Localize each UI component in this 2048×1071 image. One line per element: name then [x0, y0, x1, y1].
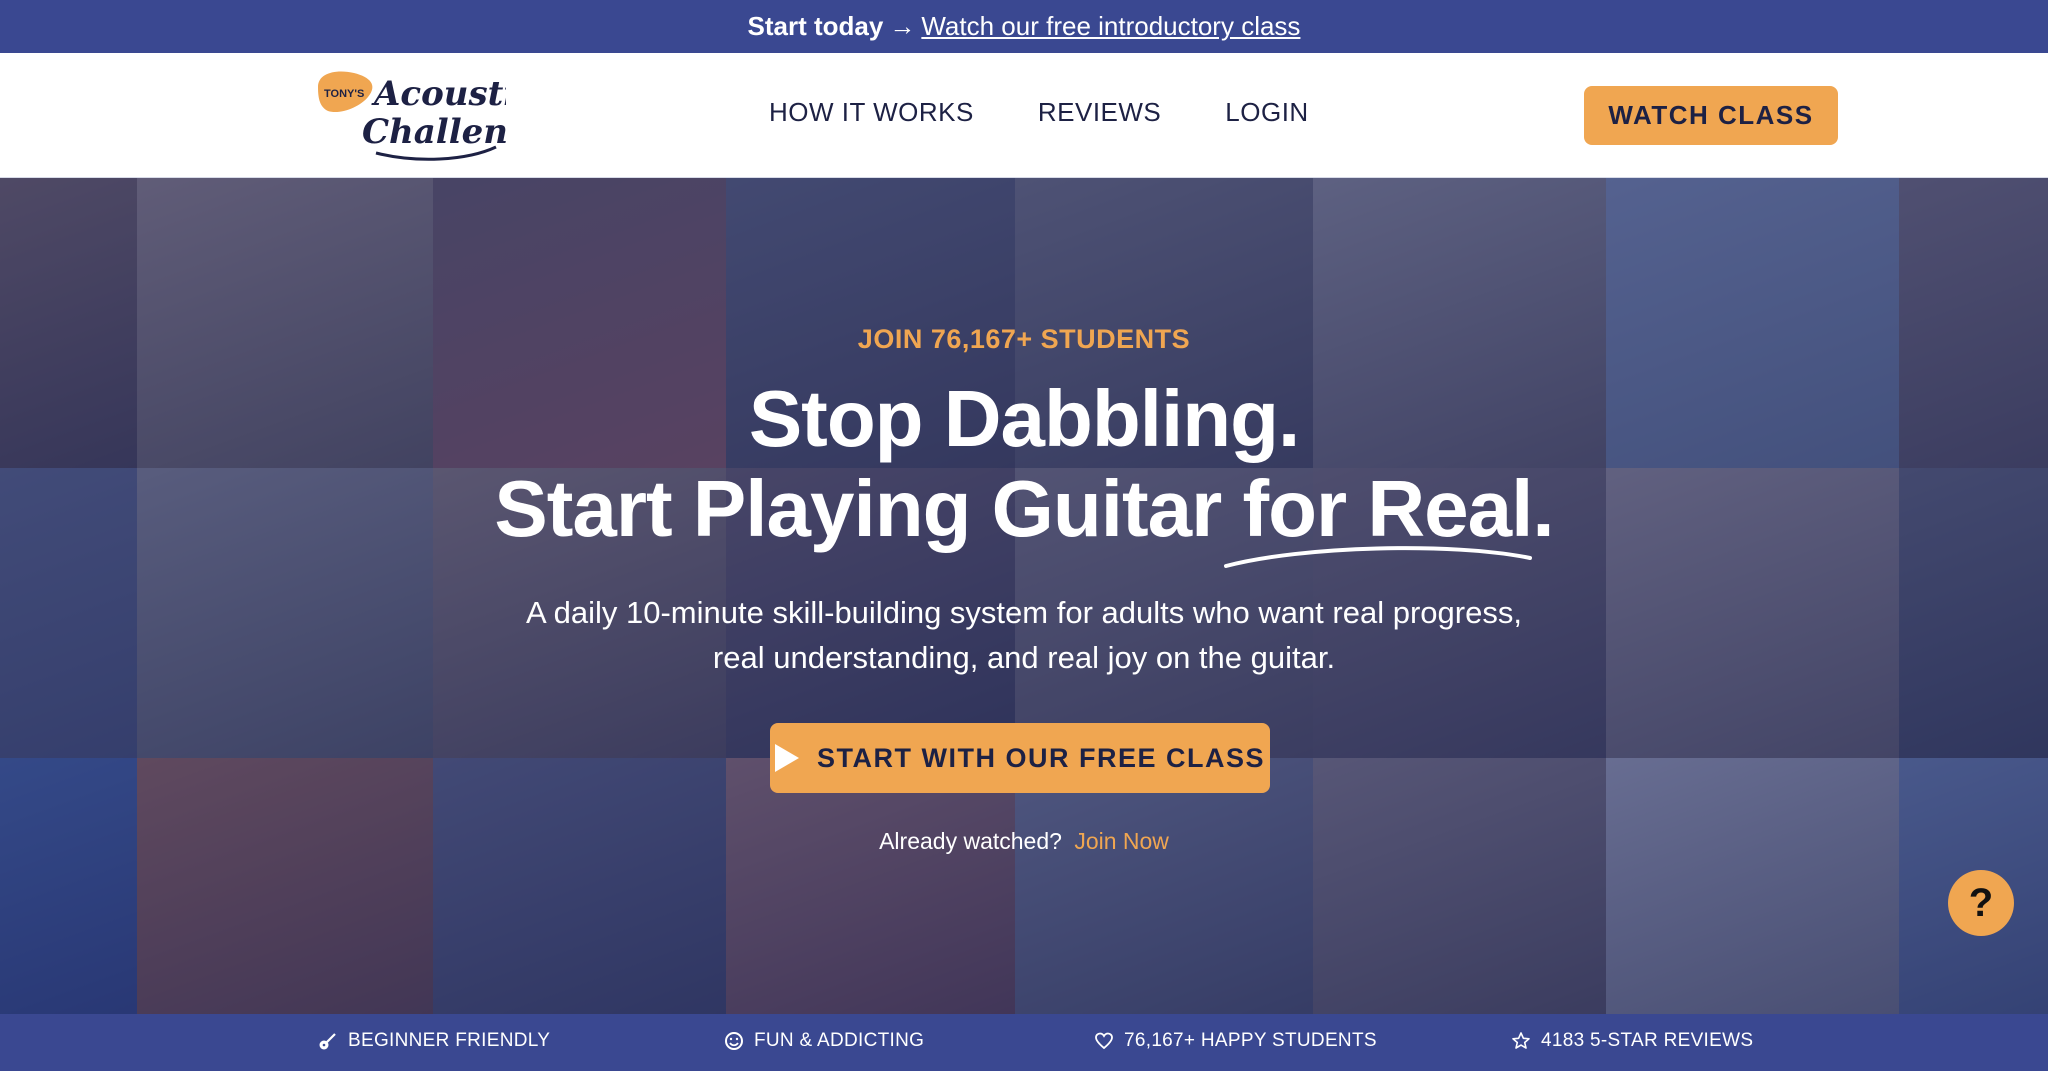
- hero-eyebrow: JOIN 76,167+ STUDENTS: [857, 324, 1191, 354]
- feature-label: BEGINNER FRIENDLY: [348, 1030, 551, 1051]
- join-now-link[interactable]: Join Now: [1074, 828, 1169, 854]
- features-bar: BEGINNER FRIENDLY FUN & ADDICTING 76,167…: [0, 1014, 2048, 1071]
- feature-five-star-reviews: 4183 5-STAR REVIEWS: [1511, 1030, 1753, 1052]
- logo-challenge: Challenge: [362, 112, 506, 152]
- announcement-bar: Start today → Watch our free introductor…: [0, 0, 2048, 53]
- arrow-icon: →: [889, 11, 916, 41]
- feature-label: FUN & ADDICTING: [754, 1030, 925, 1051]
- heart-icon: [1095, 1032, 1113, 1050]
- site-header: TONY'S Acoustic Challenge HOW IT WORKS R…: [0, 53, 2048, 178]
- help-button[interactable]: ?: [1948, 870, 2014, 936]
- feature-label: 4183 5-STAR REVIEWS: [1541, 1030, 1754, 1051]
- main-nav: HOW IT WORKS REVIEWS LOGIN: [769, 97, 1309, 128]
- announcement-lead: Start today: [747, 11, 884, 41]
- logo-tonys: TONY'S: [324, 88, 364, 100]
- already-watched: Already watched? Join Now: [0, 828, 2048, 855]
- hero-section: JOIN 76,167+ STUDENTS Stop Dabbling. Sta…: [0, 178, 2048, 1014]
- hero-subheadline-line1: A daily 10-minute skill-building system …: [526, 595, 1522, 630]
- start-free-class-label: START WITH OUR FREE CLASS: [817, 742, 1265, 773]
- hero-subheadline: A daily 10-minute skill-building system …: [0, 590, 2048, 680]
- play-icon: [775, 744, 799, 772]
- hero-subheadline-line2: real understanding, and real joy on the …: [712, 640, 1336, 675]
- hero-headline-line2: Start Playing Guitar for Real.: [494, 464, 1554, 553]
- nav-reviews[interactable]: REVIEWS: [1038, 97, 1161, 128]
- watch-intro-link[interactable]: Watch our free introductory class: [921, 11, 1300, 42]
- nav-how-it-works[interactable]: HOW IT WORKS: [769, 97, 974, 128]
- guitar-icon: [319, 1033, 336, 1050]
- watch-class-button[interactable]: WATCH CLASS: [1584, 86, 1838, 145]
- logo-acoustic: Acoustic: [371, 74, 506, 114]
- logo[interactable]: TONY'S Acoustic Challenge: [316, 67, 506, 163]
- smiley-icon: [725, 1032, 743, 1050]
- star-icon: [1512, 1032, 1530, 1049]
- feature-label: 76,167+ HAPPY STUDENTS: [1124, 1030, 1377, 1051]
- feature-fun-addicting: FUN & ADDICTING: [724, 1030, 924, 1052]
- feature-beginner-friendly: BEGINNER FRIENDLY: [318, 1030, 550, 1052]
- feature-happy-students: 76,167+ HAPPY STUDENTS: [1094, 1030, 1377, 1052]
- start-free-class-button[interactable]: START WITH OUR FREE CLASS: [770, 723, 1270, 793]
- nav-login[interactable]: LOGIN: [1225, 97, 1308, 128]
- hero-headline-line1: Stop Dabbling.: [748, 374, 1300, 463]
- headline-underline: [1224, 546, 1532, 568]
- already-watched-text: Already watched?: [879, 828, 1062, 854]
